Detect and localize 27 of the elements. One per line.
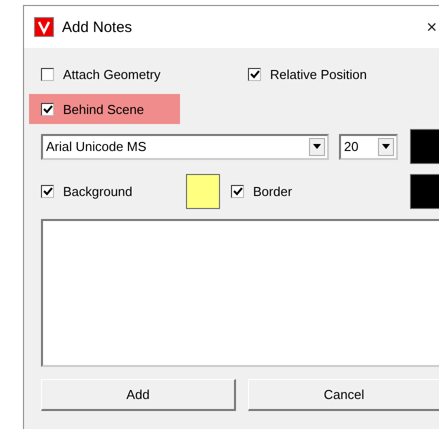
color-swatch[interactable] <box>410 174 439 208</box>
check-icon <box>232 186 242 196</box>
checkbox[interactable] <box>248 68 261 80</box>
check-icon <box>42 104 52 114</box>
checkbox[interactable] <box>231 184 244 198</box>
checkbox-label: Attach Geometry <box>63 66 161 82</box>
checkbox-label: Behind Scene <box>63 102 144 116</box>
notes-field[interactable] <box>41 219 439 367</box>
dialog-button[interactable]: Cancel <box>248 379 439 411</box>
checkbox[interactable] <box>41 68 54 80</box>
check-icon <box>42 186 52 196</box>
color-swatch[interactable] <box>410 129 439 164</box>
checkbox-label: Border <box>253 184 292 198</box>
checkbox[interactable] <box>41 184 54 198</box>
dialog-button[interactable]: Add <box>41 379 236 411</box>
caret-icon[interactable] <box>309 138 325 156</box>
size-dropdown[interactable]: 20 <box>339 134 398 160</box>
check-icon <box>250 70 260 78</box>
window-title: Add Notes <box>62 18 132 36</box>
checkbox[interactable] <box>41 102 54 116</box>
font-dropdown[interactable]: Arial Unicode MS <box>41 134 329 160</box>
caret-icon[interactable] <box>378 138 394 156</box>
app-icon <box>34 17 54 37</box>
color-swatch[interactable] <box>186 174 220 208</box>
close-button[interactable]: × <box>426 16 437 38</box>
checkbox-label: Relative Position <box>270 66 367 82</box>
checkbox-label: Background <box>63 184 132 198</box>
